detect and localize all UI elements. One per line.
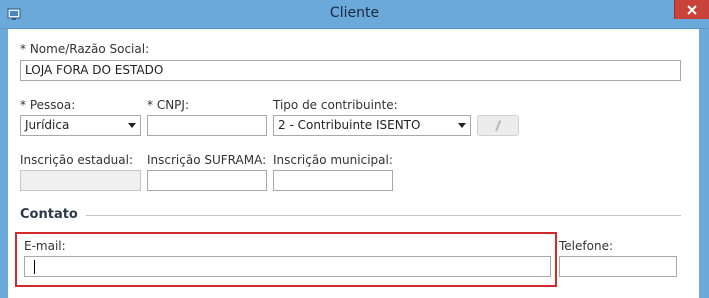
tipo-contribuinte-select[interactable]: 2 - Contribuinte ISENTO [273,115,471,136]
window-title: Cliente [329,5,380,21]
telefone-input[interactable] [559,256,677,277]
tipo-contribuinte-action-button[interactable] [477,115,519,136]
inscricao-estadual-input[interactable] [20,170,141,191]
pessoa-select[interactable]: Jurídica [20,115,141,136]
chevron-down-icon [128,123,136,128]
telefone-label: Telefone: [559,239,613,253]
inscricao-estadual-label: Inscrição estadual: [20,153,134,167]
nome-input[interactable]: LOJA FORA DO ESTADO [20,60,681,81]
close-icon [687,4,697,15]
text-caret [34,260,35,274]
inscricao-suframa-input[interactable] [147,170,267,191]
edit-icon [495,119,502,131]
inscricao-suframa-label: Inscrição SUFRAMA: [147,153,267,167]
pessoa-label: * Pessoa: [20,98,76,112]
contato-section-title: Contato [20,207,78,222]
cnpj-input[interactable] [147,115,267,136]
email-label: E-mail: [24,239,66,253]
window-border-left [0,29,8,298]
cnpj-label: * CNPJ: [147,98,189,112]
inscricao-municipal-label: Inscrição municipal: [273,153,393,167]
contato-divider [86,215,681,216]
nome-label: * Nome/Razão Social: [20,42,150,56]
email-input[interactable] [24,256,551,277]
form-content: * Nome/Razão Social: LOJA FORA DO ESTADO… [8,29,699,298]
close-button[interactable] [674,0,709,19]
window-border-right [699,29,709,298]
inscricao-municipal-input[interactable] [273,170,393,191]
title-bar: Cliente [0,0,709,29]
tipo-contribuinte-label: Tipo de contribuinte: [273,98,398,112]
chevron-down-icon [458,123,466,128]
tipo-contribuinte-selected: 2 - Contribuinte ISENTO [278,118,421,132]
pessoa-selected: Jurídica [25,118,70,132]
